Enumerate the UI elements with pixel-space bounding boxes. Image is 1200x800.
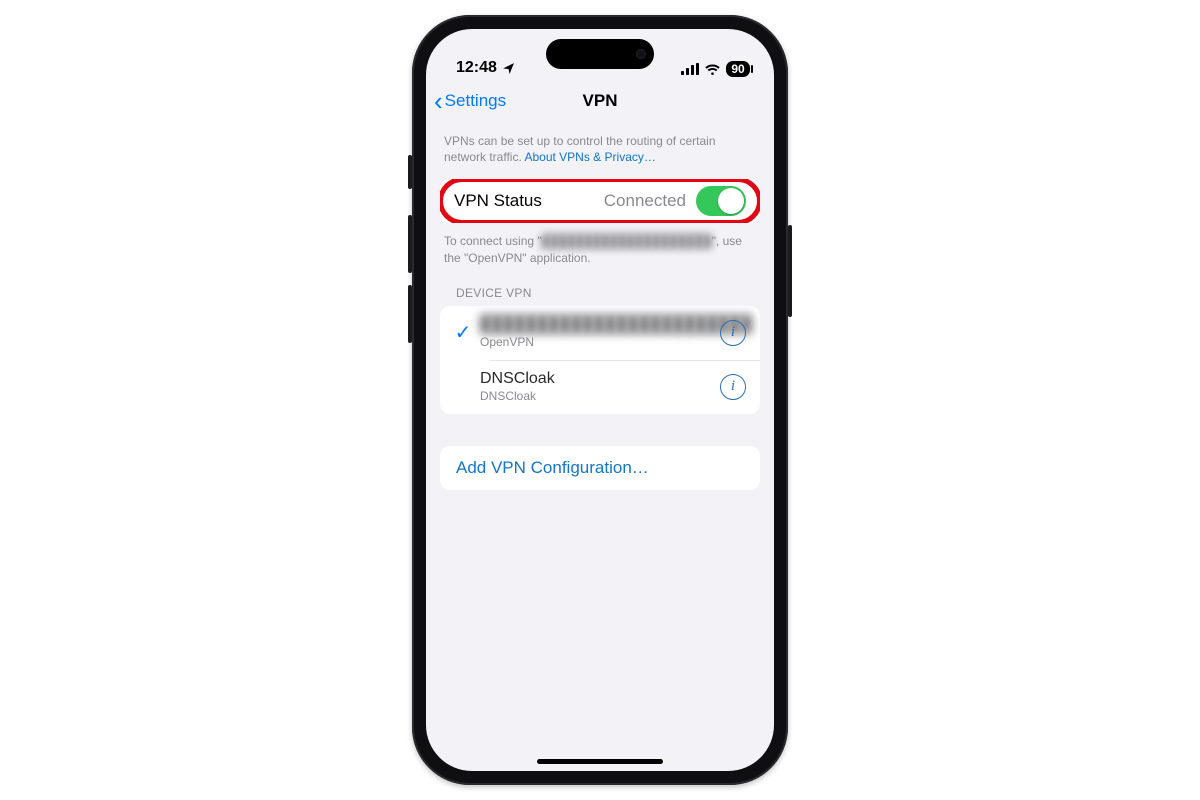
checkmark-icon: ✓ <box>446 320 480 345</box>
volume-up-button <box>408 215 412 273</box>
info-icon[interactable]: i <box>720 374 746 400</box>
vpn-status-label: VPN Status <box>454 191 542 211</box>
location-icon <box>502 62 515 75</box>
vpn-status-toggle[interactable] <box>696 186 746 216</box>
chevron-left-icon: ‹ <box>434 88 443 114</box>
vpn-profile-subtitle: OpenVPN <box>480 335 720 349</box>
power-button <box>788 225 792 317</box>
info-icon[interactable]: i <box>720 320 746 346</box>
screen: 12:48 <box>426 29 774 771</box>
vpn-status-value: Connected <box>604 191 686 211</box>
vpn-profile-text: DNSCloak DNSCloak <box>480 370 720 403</box>
content: VPNs can be set up to control the routin… <box>426 123 774 771</box>
status-right: 90 <box>681 61 750 77</box>
nav-bar: ‹ Settings VPN <box>426 79 774 123</box>
phone-frame: 12:48 <box>412 15 788 785</box>
back-button[interactable]: ‹ Settings <box>434 88 506 114</box>
vpn-profile-row[interactable]: ✓ ████████████████████████ OpenVPN i <box>440 306 760 360</box>
intro-description: VPNs can be set up to control the routin… <box>426 123 774 179</box>
connect-hint-redacted: ████████████████████ <box>542 234 712 248</box>
status-time: 12:48 <box>456 59 497 77</box>
battery-indicator: 90 <box>726 61 750 77</box>
vpn-profile-title: DNSCloak <box>480 370 720 388</box>
cellular-icon <box>681 63 699 75</box>
connect-hint-prefix: To connect using " <box>444 234 542 248</box>
vpn-profile-subtitle: DNSCloak <box>480 389 720 403</box>
toggle-knob <box>718 188 744 214</box>
home-indicator[interactable] <box>537 759 663 764</box>
device-vpn-group: ✓ ████████████████████████ OpenVPN i DNS… <box>440 306 760 414</box>
dynamic-island <box>546 39 654 69</box>
vpn-profile-text: ████████████████████████ OpenVPN <box>480 316 720 349</box>
back-button-label: Settings <box>445 91 506 111</box>
front-camera <box>636 49 646 59</box>
vpn-status-group: VPN Status Connected <box>440 179 760 223</box>
vpn-profile-row[interactable]: DNSCloak DNSCloak i <box>440 360 760 414</box>
wifi-icon <box>704 63 721 75</box>
ringer-switch <box>408 155 412 189</box>
volume-down-button <box>408 285 412 343</box>
device-vpn-header: DEVICE VPN <box>426 286 774 306</box>
vpn-status-row[interactable]: VPN Status Connected <box>440 179 760 223</box>
add-vpn-configuration[interactable]: Add VPN Configuration… <box>440 446 760 490</box>
status-left: 12:48 <box>456 59 515 77</box>
about-vpns-link[interactable]: About VPNs & Privacy… <box>524 150 655 164</box>
connect-hint: To connect using "████████████████████",… <box>426 223 774 285</box>
vpn-profile-title: ████████████████████████ <box>480 316 720 334</box>
stage: 12:48 <box>0 0 1200 800</box>
